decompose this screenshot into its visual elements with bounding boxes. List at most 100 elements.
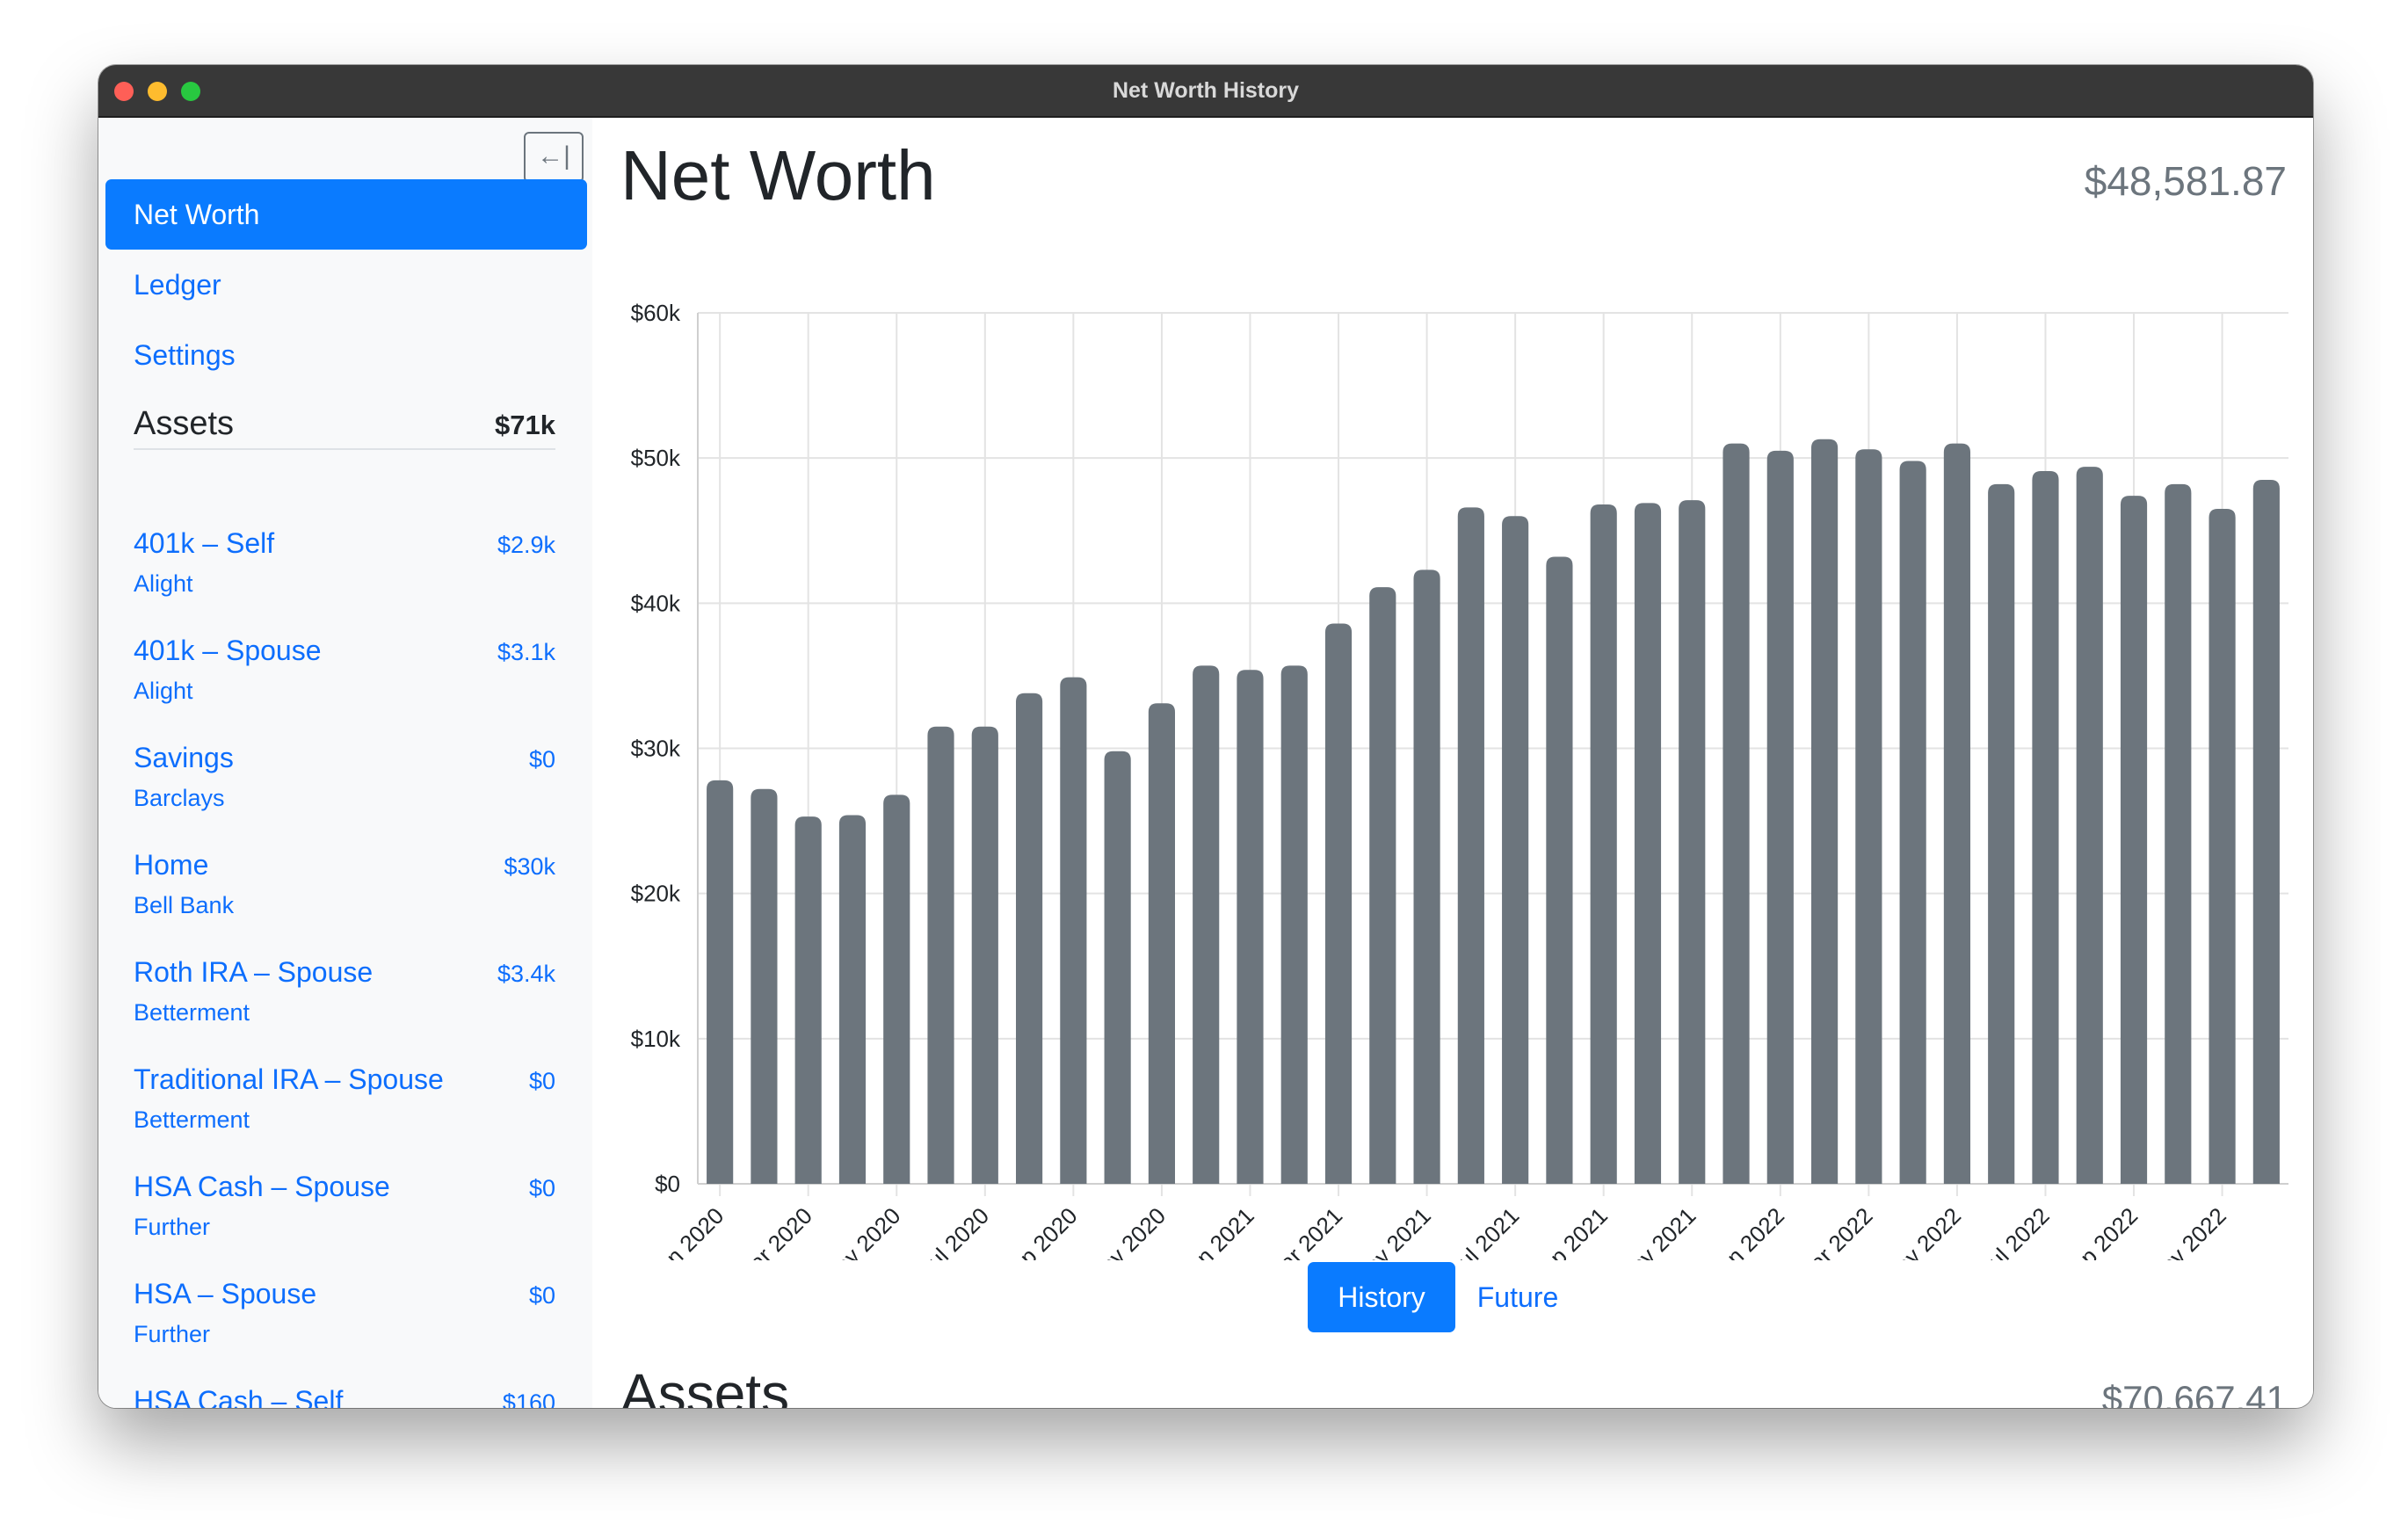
chart-bar <box>2120 496 2148 1184</box>
x-tick-label: Sep 2022 <box>2055 1202 2143 1260</box>
sidebar: ←| Net Worth Ledger Settings Assets $71k… <box>98 118 592 1408</box>
account-institution: Betterment <box>134 999 250 1026</box>
account-institution: Further <box>134 1214 211 1240</box>
y-tick-label: $40k <box>631 590 681 616</box>
y-tick-label: $50k <box>631 445 681 471</box>
x-tick-label: May 2020 <box>816 1202 906 1260</box>
nav-item-net-worth[interactable]: Net Worth <box>105 179 587 250</box>
x-tick-label: Jul 2020 <box>914 1202 994 1260</box>
account-amount: $3.4k <box>497 961 555 987</box>
title-bar: Net Worth History <box>98 65 2313 118</box>
x-tick-label: Jan 2021 <box>1174 1202 1259 1260</box>
account-amount: $2.9k <box>497 532 555 558</box>
account-item[interactable]: Home Bell Bank $30k <box>134 845 555 942</box>
account-amount: $0 <box>528 1068 555 1094</box>
x-tick-label: Mar 2022 <box>1791 1202 1878 1260</box>
chart-bar <box>1369 587 1396 1184</box>
account-name: HSA – Spouse <box>134 1278 317 1309</box>
chart-bar <box>1148 703 1175 1184</box>
chart-bar <box>1766 450 1794 1184</box>
chart-bar <box>1988 483 2015 1184</box>
x-tick-label: Jul 2021 <box>1445 1202 1525 1260</box>
chart-bar <box>1634 503 1662 1184</box>
chart-bar <box>1723 443 1750 1184</box>
assets-heading: Assets <box>620 1362 790 1408</box>
account-name: Traditional IRA – Spouse <box>134 1063 444 1095</box>
account-item[interactable]: HSA Cash – Self $160 <box>134 1382 555 1408</box>
main-content: Net Worth $48,581.87 $0 $10k $20k $30k $40k $… <box>592 118 2313 1408</box>
x-tick-label: Sep 2021 <box>1525 1202 1613 1260</box>
chart-bar <box>1899 461 1926 1184</box>
chart-bar <box>1060 677 1087 1184</box>
y-tick-label: $10k <box>631 1026 681 1052</box>
chart-bar <box>1237 670 1264 1184</box>
account-item[interactable]: Roth IRA – Spouse Betterment $3.4k <box>134 953 555 1049</box>
x-tick-label: Jan 2020 <box>644 1202 729 1260</box>
nav-item-settings[interactable]: Settings <box>105 320 587 390</box>
window-title: Net Worth History <box>1112 78 1300 103</box>
chart-bar <box>2252 479 2280 1184</box>
x-tick-label: Mar 2021 <box>1260 1202 1347 1260</box>
x-tick-label: Nov 2021 <box>1614 1202 1701 1260</box>
account-amount: $160 <box>502 1389 555 1408</box>
x-tick-label: Mar 2020 <box>730 1202 817 1260</box>
chart-bar <box>1280 665 1308 1184</box>
chart-bar <box>2032 471 2059 1184</box>
account-amount: $0 <box>528 1175 555 1201</box>
chart-bar <box>2165 483 2192 1184</box>
collapse-sidebar-button[interactable]: ←| <box>524 132 584 183</box>
x-tick-label: May 2022 <box>1876 1202 1966 1260</box>
history-button[interactable]: History <box>1308 1262 1455 1332</box>
y-tick-label: $0 <box>655 1171 680 1197</box>
nav-item-ledger[interactable]: Ledger <box>105 250 587 320</box>
account-name: Savings <box>134 742 234 773</box>
chart-bar <box>794 816 822 1184</box>
x-tick-label: Jul 2022 <box>1975 1202 2055 1260</box>
account-institution: Barclays <box>134 785 225 811</box>
chart-bar <box>1193 665 1220 1184</box>
account-amount: $0 <box>528 746 555 773</box>
account-item[interactable]: 401k – Self Alight $2.9k <box>134 524 555 620</box>
account-item[interactable]: HSA Cash – Spouse Further $0 <box>134 1167 555 1264</box>
chart-bar <box>1811 439 1839 1184</box>
chart-bar <box>927 726 954 1184</box>
assets-total: $70,667.41 <box>2101 1378 2287 1408</box>
account-name: 401k – Spouse <box>134 635 322 666</box>
chart-bar <box>1943 443 1970 1184</box>
account-item[interactable]: HSA – Spouse Further $0 <box>134 1274 555 1371</box>
chart-bar <box>707 780 734 1184</box>
future-button[interactable]: Future <box>1461 1262 1575 1332</box>
chart-bar <box>971 726 998 1184</box>
x-tick-label: Jan 2022 <box>1704 1202 1789 1260</box>
account-name: HSA Cash – Self <box>134 1385 344 1408</box>
chart-bar <box>1855 449 1882 1184</box>
assets-section-amount: $71k <box>495 410 555 440</box>
account-name: Roth IRA – Spouse <box>134 956 374 988</box>
y-tick-label: $30k <box>631 736 681 762</box>
chart-bar <box>1457 507 1484 1184</box>
x-tick-label: Nov 2020 <box>1083 1202 1171 1260</box>
chart-bar <box>1590 504 1617 1184</box>
account-institution: Betterment <box>134 1106 250 1133</box>
assets-section-header: Assets $71k <box>134 399 555 450</box>
account-item[interactable]: 401k – Spouse Alight $3.1k <box>134 631 555 728</box>
chart-bar <box>1104 751 1131 1184</box>
account-amount: $3.1k <box>497 639 555 665</box>
chart-bar <box>838 815 867 1184</box>
chart-bar <box>1502 516 1529 1184</box>
chart-bar <box>2076 467 2103 1184</box>
x-tick-label: Nov 2022 <box>2143 1202 2231 1260</box>
account-amount: $0 <box>528 1282 555 1309</box>
chart-bar <box>1546 556 1573 1184</box>
account-name: 401k – Self <box>134 527 275 559</box>
chart-bar <box>1016 693 1043 1184</box>
y-tick-label: $20k <box>631 881 681 907</box>
chart-bar <box>2209 508 2236 1184</box>
chart-bar <box>1324 623 1353 1184</box>
collapse-left-icon: ←| <box>537 141 570 170</box>
account-institution: Alight <box>134 570 193 597</box>
x-tick-label: May 2021 <box>1346 1202 1436 1260</box>
chart-bar <box>883 794 910 1184</box>
account-item[interactable]: Traditional IRA – Spouse Betterment $0 <box>134 1060 555 1157</box>
account-item[interactable]: Savings Barclays $0 <box>134 738 555 835</box>
